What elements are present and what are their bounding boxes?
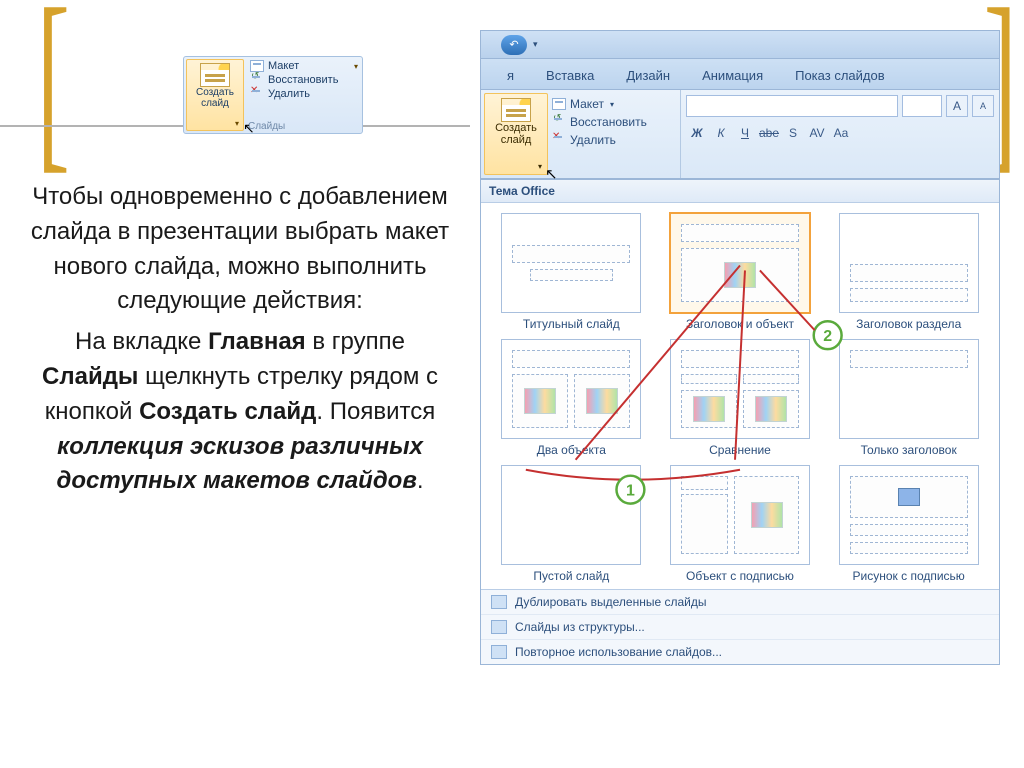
reset-button[interactable]: Восстановить (552, 115, 673, 129)
tab-animation[interactable]: Анимация (686, 62, 779, 89)
layout-content-with-caption[interactable]: Объект с подписью (660, 465, 821, 583)
italic-button[interactable]: К (710, 123, 732, 143)
para-1: Чтобы одновременно с добавлением слайда … (30, 180, 450, 319)
delete-icon (552, 134, 566, 146)
reset-button[interactable]: Восстановить (250, 74, 358, 86)
app-window: ↶ ▾ я Вставка Дизайн Анимация Показ слай… (480, 30, 1000, 665)
strike-button[interactable]: abe (758, 123, 780, 143)
case-button[interactable]: Aa (830, 123, 852, 143)
reuse-icon (491, 645, 507, 659)
ribbon-group-slides: Создать слайд ▾ Макет ▾ Восстановить Уда… (481, 90, 681, 178)
layout-button[interactable]: Макет ▾ (552, 97, 673, 111)
underline-button[interactable]: Ч (734, 123, 756, 143)
bracket-left: [ (37, 0, 70, 180)
chevron-down-icon: ▾ (538, 162, 542, 171)
layout-button[interactable]: Макет ▾ (250, 60, 358, 72)
tab-slideshow[interactable]: Показ слайдов (779, 62, 901, 89)
gallery-header: Тема Office (481, 180, 999, 203)
layout-comparison[interactable]: Сравнение (660, 339, 821, 457)
outline-icon (491, 620, 507, 634)
delete-button[interactable]: Удалить (552, 133, 673, 147)
layout-title-and-content[interactable]: Заголовок и объект (660, 213, 821, 331)
layout-section-header[interactable]: Заголовок раздела (828, 213, 989, 331)
reuse-slides-item[interactable]: Повторное использование слайдов... (481, 640, 999, 664)
tab-design[interactable]: Дизайн (610, 62, 686, 89)
ribbon-tabs: я Вставка Дизайн Анимация Показ слайдов (481, 59, 999, 89)
ribbon: Создать слайд ▾ Макет ▾ Восстановить Уда… (481, 89, 999, 179)
duplicate-icon (491, 595, 507, 609)
spacing-button[interactable]: AV (806, 123, 828, 143)
delete-button[interactable]: Удалить (250, 88, 358, 100)
shrink-font-button[interactable]: A (972, 95, 994, 117)
ribbon-group-font: A A Ж К Ч abe S AV Aa (681, 90, 999, 178)
layout-two-content[interactable]: Два объекта (491, 339, 652, 457)
tab-home[interactable]: я (491, 62, 530, 89)
ribbon-inset: Создать слайд ▾ Макет ▾ Восстановить Уда… (183, 56, 363, 134)
font-family-combo[interactable] (686, 95, 898, 117)
new-slide-button[interactable]: Создать слайд ▾ (484, 93, 548, 175)
chevron-down-icon: ▾ (354, 62, 358, 71)
new-slide-icon (501, 98, 531, 122)
para-2: На вкладке Главная в группе Слайды щелкн… (30, 325, 450, 499)
duplicate-slides-item[interactable]: Дублировать выделенные слайды (481, 590, 999, 615)
body-text: Чтобы одновременно с добавлением слайда … (30, 180, 450, 505)
gallery-footer: Дублировать выделенные слайды Слайды из … (481, 589, 999, 664)
bold-button[interactable]: Ж (686, 123, 708, 143)
delete-icon (250, 88, 264, 100)
cursor-icon: ↖ (545, 165, 558, 183)
cursor-icon: ↖ (243, 120, 255, 137)
layout-title-slide[interactable]: Титульный слайд (491, 213, 652, 331)
font-size-combo[interactable] (902, 95, 942, 117)
new-slide-button[interactable]: Создать слайд ▾ (186, 59, 244, 131)
chevron-down-icon: ▾ (610, 100, 614, 109)
shadow-button[interactable]: S (782, 123, 804, 143)
slides-from-outline-item[interactable]: Слайды из структуры... (481, 615, 999, 640)
quick-access-toolbar: ↶ ▾ (481, 31, 999, 59)
layout-picture-with-caption[interactable]: Рисунок с подписью (828, 465, 989, 583)
chevron-down-icon[interactable]: ▾ (533, 39, 538, 50)
layout-icon (552, 98, 566, 110)
new-slide-icon (200, 63, 230, 87)
layout-title-only[interactable]: Только заголовок (828, 339, 989, 457)
grow-font-button[interactable]: A (946, 95, 968, 117)
layout-gallery: Тема Office Титульный слайд Заголовок и … (481, 179, 999, 664)
reset-icon (552, 116, 566, 128)
undo-button[interactable]: ↶ (501, 35, 527, 55)
tab-insert[interactable]: Вставка (530, 62, 610, 89)
font-format-row: Ж К Ч abe S AV Aa (686, 123, 994, 143)
layout-blank[interactable]: Пустой слайд (491, 465, 652, 583)
chevron-down-icon: ▾ (235, 119, 239, 128)
